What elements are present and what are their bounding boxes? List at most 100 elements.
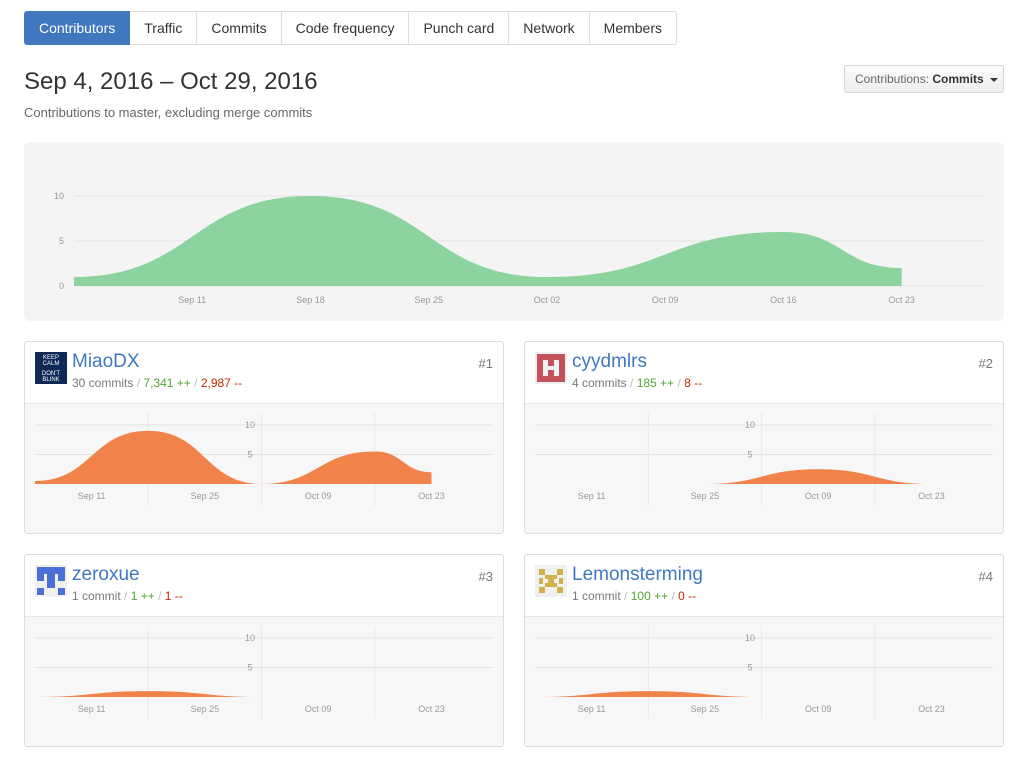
- contributor-card: zeroxue 1 commit / 1 ++ / 1 -- #3 5 10 Sep…: [24, 554, 504, 747]
- separator: /: [124, 589, 128, 603]
- contributor-card: KEEP CALM DON'T BLINK MiaoDX 30 commits …: [24, 341, 504, 534]
- x-tick-label: Oct 09: [652, 295, 679, 305]
- deletions-count: 8 --: [684, 376, 703, 390]
- y-tick-label: 5: [747, 450, 752, 460]
- commit-count-link[interactable]: 1 commit: [72, 589, 121, 603]
- separator: /: [158, 589, 162, 603]
- identicon-avatar-icon[interactable]: [535, 352, 567, 384]
- area-series: [35, 691, 262, 697]
- x-tick-label: Sep 25: [191, 491, 220, 501]
- x-tick-label: Oct 23: [918, 491, 945, 501]
- commit-count-link[interactable]: 4 commits: [572, 376, 627, 390]
- contributor-name-link[interactable]: MiaoDX: [72, 351, 140, 373]
- contributor-stats: 1 commit / 1 ++ / 1 --: [72, 589, 183, 603]
- x-tick-label: Oct 09: [805, 491, 832, 501]
- dropdown-prefix: Contributions:: [855, 72, 930, 86]
- contributor-chart-svg: 5 10 Sep 11 Sep 25 Oct 09 Oct 23: [535, 413, 993, 506]
- tab-members[interactable]: Members: [589, 11, 678, 45]
- additions-count: 1 ++: [130, 589, 155, 603]
- commit-count-link[interactable]: 1 commit: [572, 589, 621, 603]
- x-tick-label: Oct 23: [418, 491, 445, 501]
- avatar-text: BLINK: [42, 377, 59, 383]
- x-tick-label: Sep 25: [691, 491, 720, 501]
- separator: /: [630, 376, 634, 390]
- area-series: [35, 430, 432, 484]
- x-tick-label: Oct 16: [770, 295, 797, 305]
- contributor-name-link[interactable]: cyydmlrs: [572, 351, 647, 373]
- avatar-text: CALM: [43, 361, 60, 367]
- contributor-card: cyydmlrs 4 commits / 185 ++ / 8 -- #2 5 1…: [524, 341, 1004, 534]
- area-series: [535, 691, 762, 697]
- tab-traffic[interactable]: Traffic: [130, 11, 198, 45]
- additions-count: 185 ++: [636, 376, 675, 390]
- tab-network[interactable]: Network: [509, 11, 590, 45]
- contributor-name-link[interactable]: Lemonsterming: [572, 564, 703, 586]
- commit-count-link[interactable]: 30 commits: [72, 376, 133, 390]
- identicon-avatar-icon[interactable]: [535, 565, 567, 597]
- y-tick-label: 5: [59, 236, 64, 246]
- contributor-chart: 5 10 Sep 11 Sep 25 Oct 09 Oct 23: [25, 404, 503, 533]
- separator: /: [624, 589, 628, 603]
- keep-calm-avatar-icon[interactable]: KEEP CALM DON'T BLINK: [35, 352, 67, 384]
- page-subtitle: Contributions to master, excluding merge…: [24, 105, 313, 120]
- additions-count: 100 ++: [630, 589, 669, 603]
- tab-commits[interactable]: Commits: [197, 11, 282, 45]
- caret-down-icon: [990, 77, 999, 82]
- contributor-chart: 5 10 Sep 11 Sep 25 Oct 09 Oct 23: [525, 617, 1003, 746]
- contributor-chart-svg: 5 10 Sep 11 Sep 25 Oct 09 Oct 23: [35, 413, 493, 506]
- additions-count: 7,341 ++: [143, 376, 191, 390]
- contributor-chart-svg: 5 10 Sep 11 Sep 25 Oct 09 Oct 23: [535, 626, 993, 719]
- tab-code-frequency[interactable]: Code frequency: [281, 11, 410, 45]
- x-tick-label: Oct 02: [534, 295, 561, 305]
- contributor-stats: 30 commits / 7,341 ++ / 2,987 --: [72, 376, 242, 390]
- x-tick-label: Sep 11: [178, 295, 206, 305]
- area-series: [704, 469, 932, 484]
- deletions-count: 1 --: [164, 589, 183, 603]
- insights-tabs: Contributors Traffic Commits Code freque…: [24, 11, 678, 45]
- separator: /: [677, 376, 681, 390]
- x-tick-label: Sep 11: [78, 704, 106, 714]
- x-tick-label: Sep 25: [414, 295, 443, 305]
- x-tick-label: Sep 25: [191, 704, 220, 714]
- contributions-type-dropdown[interactable]: Contributions: Commits: [844, 65, 1004, 93]
- y-tick-label: 10: [245, 420, 255, 430]
- main-chart-svg: 0 5 10 Sep 11 Sep 18 Sep 25 Oct 02 Oct 09 Oct 16…: [54, 191, 984, 305]
- separator: /: [136, 376, 141, 390]
- identicon-avatar-icon[interactable]: [35, 565, 67, 597]
- deletions-count: 2,987 --: [200, 376, 243, 390]
- y-tick-label: 10: [54, 191, 64, 201]
- contributor-chart: 5 10 Sep 11 Sep 25 Oct 09 Oct 23: [25, 617, 503, 746]
- x-tick-label: Sep 25: [691, 704, 720, 714]
- contributor-rank: #2: [978, 356, 993, 371]
- x-tick-label: Oct 09: [305, 491, 332, 501]
- contributor-card: Lemonsterming 1 commit / 100 ++ / 0 -- #…: [524, 554, 1004, 747]
- x-tick-label: Sep 18: [296, 295, 325, 305]
- contributor-name-link[interactable]: zeroxue: [72, 564, 140, 586]
- x-tick-label: Oct 09: [305, 704, 332, 714]
- y-tick-label: 5: [247, 450, 252, 460]
- x-tick-label: Sep 11: [578, 491, 606, 501]
- separator: /: [194, 376, 198, 390]
- contributor-rank: #3: [478, 569, 493, 584]
- contributor-stats: 4 commits / 185 ++ / 8 --: [572, 376, 702, 390]
- contributor-rank: #1: [478, 356, 493, 371]
- separator: /: [671, 589, 675, 603]
- contributor-rank: #4: [978, 569, 993, 584]
- contributor-chart-svg: 5 10 Sep 11 Sep 25 Oct 09 Oct 23: [35, 626, 493, 719]
- deletions-count: 0 --: [678, 589, 697, 603]
- x-tick-label: Sep 11: [578, 704, 606, 714]
- dropdown-value: Commits: [932, 72, 984, 86]
- tab-punch-card[interactable]: Punch card: [409, 11, 510, 45]
- y-tick-label: 10: [745, 420, 755, 430]
- x-tick-label: Oct 23: [418, 704, 445, 714]
- contributor-chart: 5 10 Sep 11 Sep 25 Oct 09 Oct 23: [525, 404, 1003, 533]
- y-tick-label: 10: [745, 633, 755, 643]
- y-tick-label: 5: [747, 663, 752, 673]
- y-tick-label: 0: [59, 281, 64, 291]
- contributor-stats: 1 commit / 100 ++ / 0 --: [572, 589, 696, 603]
- main-contributions-chart: 0 5 10 Sep 11 Sep 18 Sep 25 Oct 02 Oct 09 Oct 16…: [24, 142, 1004, 321]
- tab-contributors[interactable]: Contributors: [24, 11, 131, 45]
- x-tick-label: Sep 11: [78, 491, 106, 501]
- y-tick-label: 10: [245, 633, 255, 643]
- x-tick-label: Oct 23: [888, 295, 915, 305]
